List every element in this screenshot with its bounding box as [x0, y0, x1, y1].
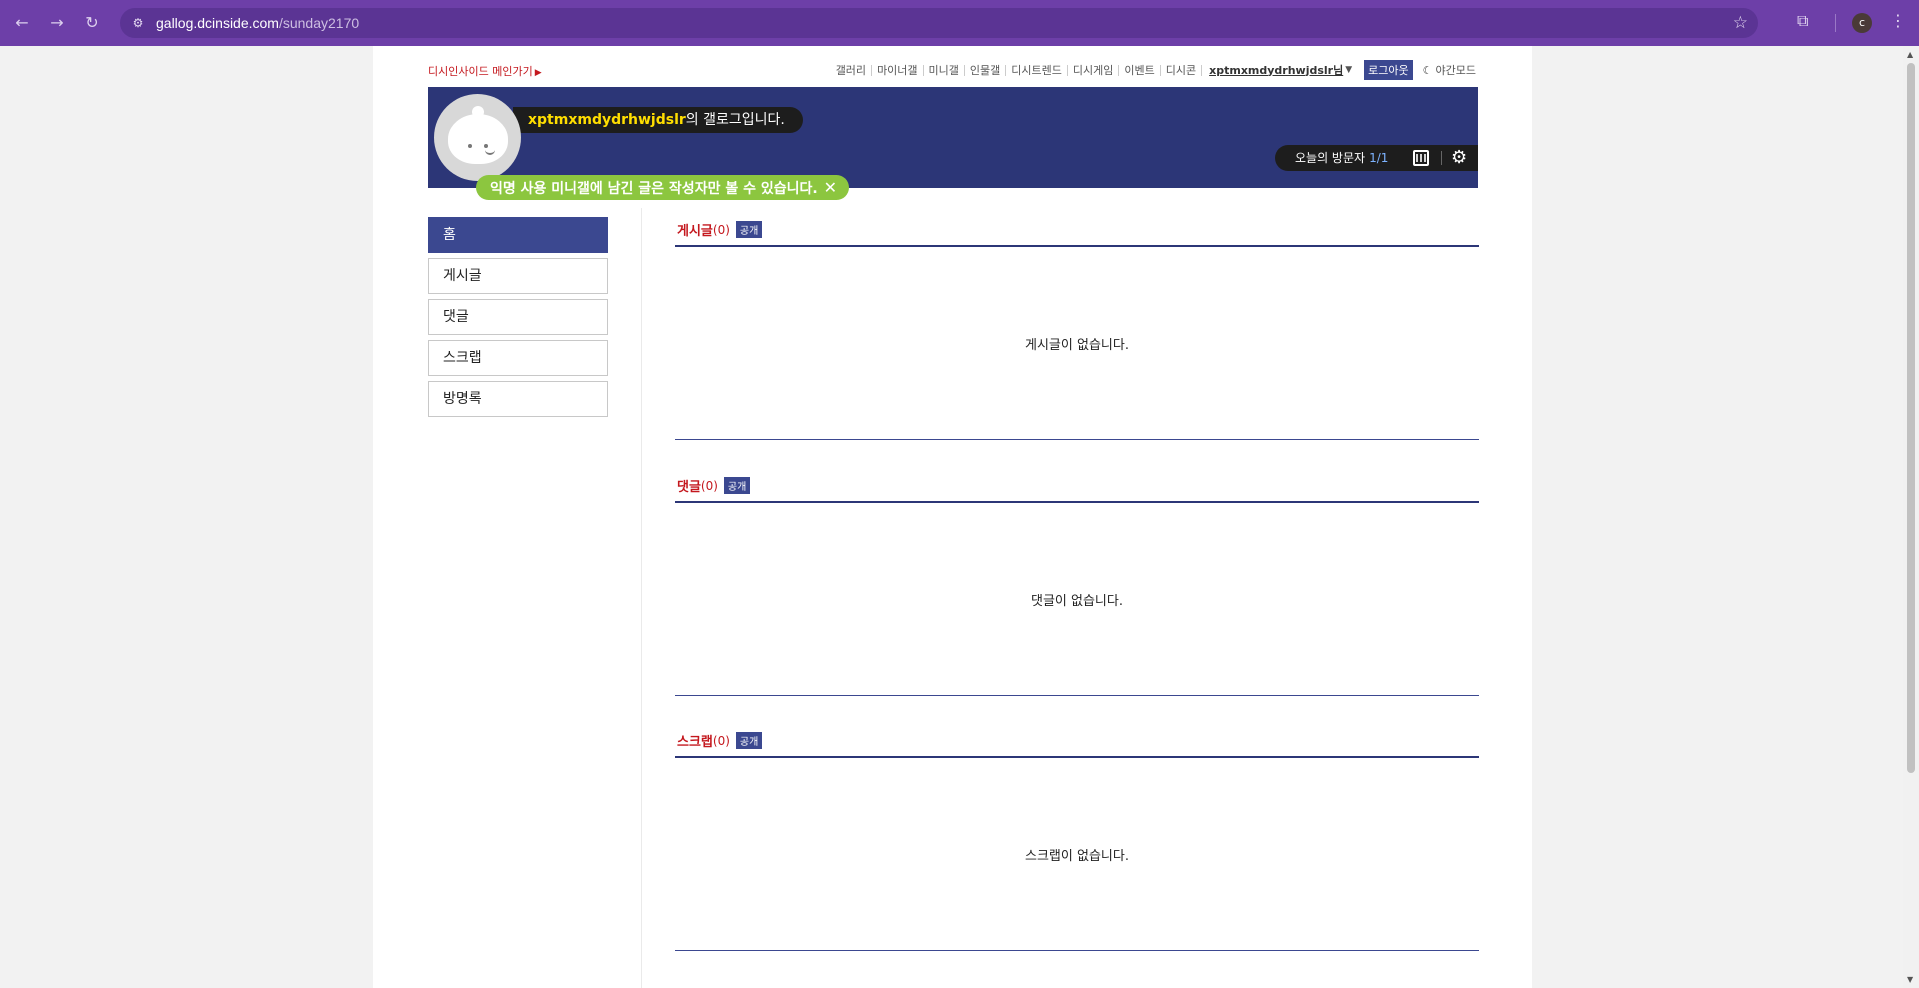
forward-icon[interactable]: →: [45, 11, 69, 35]
section-count: (0): [712, 222, 730, 237]
gallog-title: xptmxmdydrhwjdslr의 갤로그입니다.: [513, 107, 803, 133]
browser-toolbar: ← → ↻ ⚙ gallog.dcinside.com/sunday2170 ☆…: [0, 0, 1919, 46]
sidebar-item-home[interactable]: 홈: [428, 217, 608, 253]
scroll-down-icon[interactable]: ▼: [1907, 975, 1913, 984]
profile-image[interactable]: [434, 94, 521, 181]
empty-message: 게시글이 없습니다.: [675, 247, 1479, 440]
nav-dc-game[interactable]: 디시게임: [1066, 64, 1118, 76]
scrap-section: 스크랩 (0) 공개 스크랩이 없습니다.: [675, 725, 1479, 951]
nav-dc-trend[interactable]: 디시트렌드: [1005, 64, 1067, 76]
scrollbar-thumb[interactable]: [1907, 63, 1915, 773]
section-title[interactable]: 스크랩: [677, 731, 713, 750]
nav-person-gallery[interactable]: 인물갤: [963, 64, 1005, 76]
profile-avatar[interactable]: c: [1852, 13, 1872, 33]
section-count: (0): [700, 478, 718, 493]
toolbar-divider: [1835, 14, 1836, 32]
comments-section: 댓글 (0) 공개 댓글이 없습니다.: [675, 470, 1479, 696]
menu-icon[interactable]: ⋮: [1890, 11, 1906, 30]
site-settings-icon[interactable]: ⚙: [130, 15, 146, 31]
public-badge: 공개: [723, 477, 751, 494]
user-menu[interactable]: xptmxmdydrhwjdslr님: [1201, 64, 1343, 76]
address-bar[interactable]: ⚙ gallog.dcinside.com/sunday2170 ☆: [120, 8, 1758, 38]
sidebar-item-guestbook[interactable]: 방명록: [428, 381, 608, 417]
public-badge: 공개: [735, 732, 763, 749]
bookmark-star-icon[interactable]: ☆: [1733, 13, 1748, 33]
column-divider: [641, 208, 642, 988]
sidebar-item-posts[interactable]: 게시글: [428, 258, 608, 294]
extensions-icon[interactable]: ⧉: [1797, 11, 1808, 31]
section-title[interactable]: 게시글: [677, 220, 713, 239]
close-icon[interactable]: ✕: [824, 178, 837, 197]
page-content: 디시인사이드 메인가기 ▶ 갤러리 마이너갤 미니갤 인물갤 디시트렌드 디시게임…: [373, 46, 1532, 988]
public-badge: 공개: [735, 221, 763, 238]
moon-icon[interactable]: ☾: [1423, 64, 1433, 77]
arrow-right-icon: ▶: [534, 68, 542, 78]
url-text[interactable]: gallog.dcinside.com/sunday2170: [156, 15, 359, 31]
reload-icon[interactable]: ↻: [80, 11, 104, 35]
settings-gear-icon[interactable]: ⚙: [1451, 145, 1467, 171]
dumpling-icon: [448, 106, 508, 164]
back-icon[interactable]: ←: [10, 11, 34, 35]
nav-gallery[interactable]: 갤러리: [831, 65, 871, 76]
visitor-counter: 오늘의 방문자 1/1 ⚙: [1275, 145, 1478, 171]
gallog-banner: xptmxmdydrhwjdslr의 갤로그입니다. 오늘의 방문자 1/1 ⚙: [428, 87, 1478, 188]
caret-down-icon[interactable]: ▼: [1345, 65, 1352, 75]
sidebar-menu: 홈 게시글 댓글 스크랩 방명록: [428, 217, 608, 422]
nav-dccon[interactable]: 디시콘: [1159, 64, 1201, 76]
section-title[interactable]: 댓글: [677, 476, 701, 495]
nav-minor-gallery[interactable]: 마이너갤: [871, 64, 922, 76]
main-site-link[interactable]: 디시인사이드 메인가기 ▶: [428, 63, 542, 79]
empty-message: 스크랩이 없습니다.: [675, 758, 1479, 951]
logout-button[interactable]: 로그아웃: [1364, 60, 1413, 80]
scroll-up-icon[interactable]: ▲: [1907, 50, 1913, 59]
night-mode-link[interactable]: 야간모드: [1436, 62, 1476, 78]
nav-event[interactable]: 이벤트: [1118, 64, 1159, 76]
nav-mini-gallery[interactable]: 미니갤: [922, 64, 964, 76]
posts-section: 게시글 (0) 공개 게시글이 없습니다.: [675, 214, 1479, 440]
scrollbar[interactable]: ▲ ▼: [1903, 46, 1919, 988]
notice-banner: 익명 사용 미니갤에 남긴 글은 작성자만 볼 수 있습니다. ✕: [476, 175, 850, 200]
empty-message: 댓글이 없습니다.: [675, 503, 1479, 696]
calendar-icon[interactable]: [1413, 150, 1429, 166]
sidebar-item-comments[interactable]: 댓글: [428, 299, 608, 335]
section-count: (0): [712, 733, 730, 748]
top-navigation: 갤러리 마이너갤 미니갤 인물갤 디시트렌드 디시게임 이벤트 디시콘 xptm…: [831, 60, 1476, 80]
sidebar-item-scrap[interactable]: 스크랩: [428, 340, 608, 376]
